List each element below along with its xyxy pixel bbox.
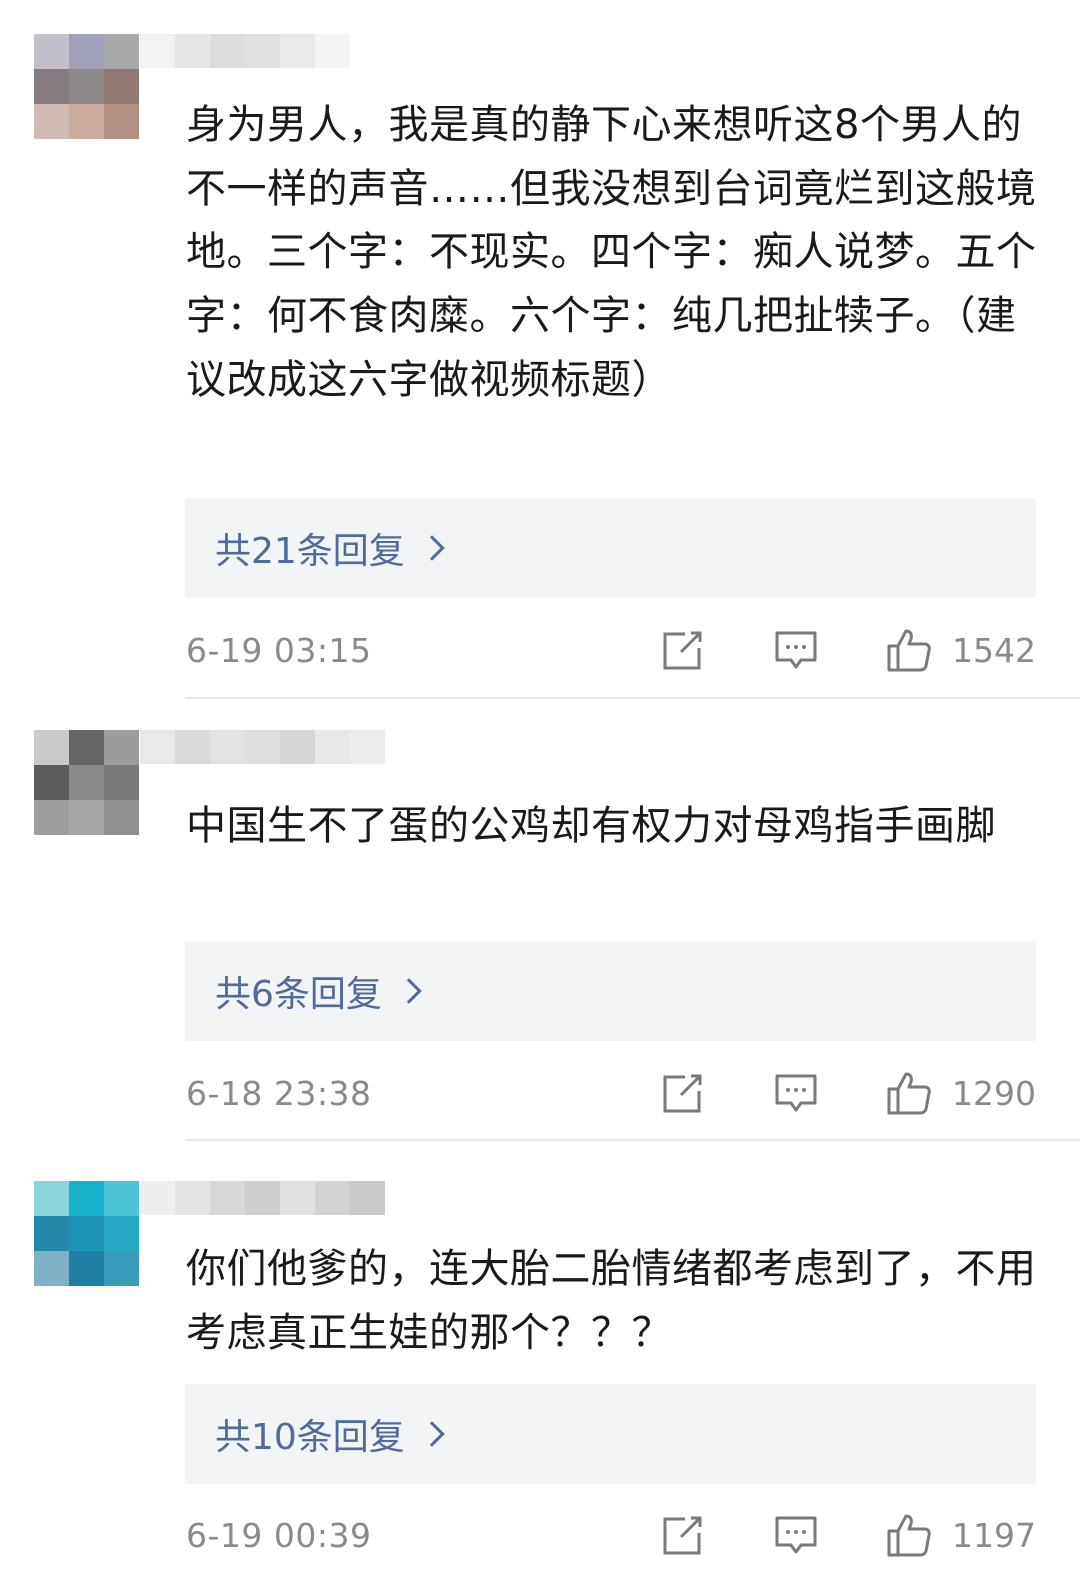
- username-pixel: [350, 730, 385, 764]
- share-button[interactable]: [661, 628, 705, 672]
- timestamp: 6-18 23:38: [186, 1073, 372, 1113]
- avatar-pixel: [34, 1251, 69, 1286]
- share-button[interactable]: [661, 1071, 705, 1115]
- username-pixel: [210, 730, 245, 764]
- avatar-pixel: [104, 1251, 139, 1286]
- thumbs-up-icon: [887, 1514, 931, 1557]
- username-pixel: [210, 34, 245, 68]
- username-pixel: [315, 34, 350, 68]
- username-pixel: [280, 730, 315, 764]
- avatar-pixel: [104, 104, 139, 139]
- avatar-pixel: [34, 69, 69, 104]
- username-pixel: [315, 730, 350, 764]
- username-pixel: [245, 1181, 280, 1215]
- replies-label: 共21条回复: [215, 531, 405, 572]
- divider: [185, 697, 1080, 699]
- comment-icon: [775, 1516, 817, 1554]
- chevron-right-icon: [419, 1421, 445, 1447]
- username-pixel: [140, 34, 175, 68]
- replies-button[interactable]: 共10条回复: [185, 1384, 1036, 1484]
- like-button[interactable]: 1542: [886, 627, 1036, 673]
- avatar-pixel: [69, 104, 104, 139]
- like-count: 1290: [952, 1073, 1036, 1113]
- avatar-pixel: [104, 1216, 139, 1251]
- comment-actions: 1542: [661, 627, 1036, 673]
- share-icon: [663, 1074, 702, 1113]
- replies-button[interactable]: 共21条回复: [185, 498, 1036, 598]
- comment-button[interactable]: [774, 628, 818, 672]
- share-button[interactable]: [661, 1513, 705, 1557]
- avatar-pixel: [34, 765, 69, 800]
- chevron-right-icon: [419, 535, 445, 561]
- username[interactable]: [140, 1181, 385, 1215]
- avatar-pixel: [34, 1216, 69, 1251]
- username-pixel: [350, 1181, 385, 1215]
- avatar-pixel: [34, 1181, 69, 1216]
- username-pixel: [175, 1181, 210, 1215]
- avatar-pixel: [69, 1251, 104, 1286]
- comment-meta: 6-19 00:39 1197: [186, 1505, 1036, 1565]
- avatar-pixel: [34, 104, 69, 139]
- avatar-pixel: [69, 1216, 104, 1251]
- username-pixel: [315, 1181, 350, 1215]
- share-icon: [663, 631, 702, 670]
- avatar-pixel: [104, 765, 139, 800]
- avatar-pixel: [104, 1181, 139, 1216]
- like-count: 1542: [952, 630, 1036, 670]
- timestamp: 6-19 03:15: [186, 630, 372, 670]
- comment-text: 中国生不了蛋的公鸡却有权力对母鸡指手画脚: [186, 803, 996, 849]
- comment-button[interactable]: [774, 1513, 818, 1557]
- username-pixel: [245, 34, 280, 68]
- share-icon: [663, 1516, 702, 1555]
- replies-label: 共6条回复: [215, 974, 382, 1015]
- avatar-pixel: [69, 34, 104, 69]
- avatar[interactable]: [34, 34, 139, 139]
- like-count: 1197: [952, 1515, 1036, 1555]
- username-pixel: [175, 34, 210, 68]
- like-button[interactable]: 1290: [886, 1070, 1036, 1116]
- timestamp: 6-19 00:39: [186, 1515, 372, 1555]
- avatar[interactable]: [34, 730, 139, 835]
- comment-button[interactable]: [774, 1071, 818, 1115]
- avatar-pixel: [69, 800, 104, 835]
- thumbs-up-icon: [887, 629, 931, 672]
- avatar-pixel: [69, 1181, 104, 1216]
- avatar-pixel: [69, 69, 104, 104]
- comment-text: 你们他爹的，连大胎二胎情绪都考虑到了，不用考虑真正生娃的那个？？？: [186, 1246, 1037, 1356]
- like-button[interactable]: 1197: [886, 1512, 1036, 1558]
- replies-label: 共10条回复: [215, 1417, 405, 1458]
- username-pixel: [140, 1181, 175, 1215]
- avatar[interactable]: [34, 1181, 139, 1286]
- avatar-pixel: [69, 730, 104, 765]
- comment-actions: 1290: [661, 1070, 1036, 1116]
- avatar-pixel: [34, 34, 69, 69]
- avatar-pixel: [34, 800, 69, 835]
- username[interactable]: [140, 34, 350, 68]
- avatar-pixel: [104, 69, 139, 104]
- username-pixel: [245, 730, 280, 764]
- thumbs-up-icon: [887, 1072, 931, 1115]
- comment-meta: 6-18 23:38 1290: [186, 1063, 1036, 1123]
- comment-icon: [775, 631, 817, 669]
- divider: [185, 1139, 1080, 1141]
- comment-icon: [775, 1074, 817, 1112]
- username-pixel: [140, 730, 175, 764]
- avatar-pixel: [34, 730, 69, 765]
- comment-text: 身为男人，我是真的静下心来想听这8个男人的不一样的声音……但我没想到台词竟烂到这…: [186, 102, 1037, 403]
- avatar-pixel: [104, 730, 139, 765]
- chevron-right-icon: [396, 978, 422, 1004]
- comment-actions: 1197: [661, 1512, 1036, 1558]
- username-pixel: [280, 1181, 315, 1215]
- username-pixel: [210, 1181, 245, 1215]
- username-pixel: [280, 34, 315, 68]
- replies-button[interactable]: 共6条回复: [185, 941, 1036, 1041]
- avatar-pixel: [104, 800, 139, 835]
- username-pixel: [175, 730, 210, 764]
- comment-meta: 6-19 03:15 1542: [186, 620, 1036, 680]
- avatar-pixel: [104, 34, 139, 69]
- username[interactable]: [140, 730, 385, 764]
- avatar-pixel: [69, 765, 104, 800]
